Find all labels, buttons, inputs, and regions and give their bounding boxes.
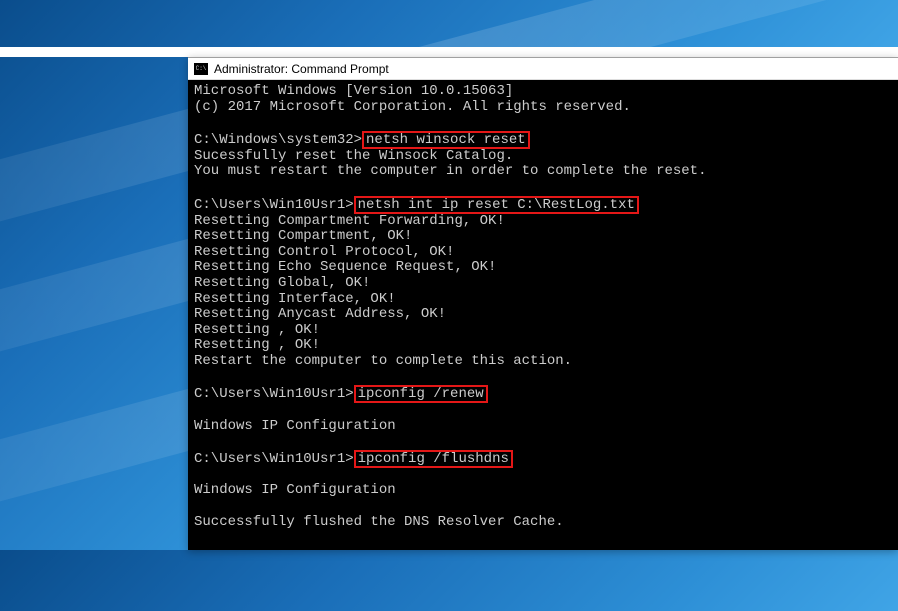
- terminal-line: [194, 370, 892, 386]
- terminal-line: Resetting , OK!: [194, 323, 892, 339]
- terminal-line: Restart the computer to complete this ac…: [194, 354, 892, 370]
- terminal-line: [194, 468, 892, 484]
- command-prompt-window: Administrator: Command Prompt Microsoft …: [188, 57, 898, 550]
- command-text: netsh winsock reset: [362, 131, 530, 149]
- terminal-line: Resetting Global, OK!: [194, 276, 892, 292]
- command-text: netsh int ip reset C:\RestLog.txt: [354, 196, 639, 214]
- terminal-line: Resetting Compartment Forwarding, OK!: [194, 214, 892, 230]
- terminal-line: C:\Users\Win10Usr1>ipconfig /renew: [194, 385, 892, 403]
- prompt-text: C:\Users\Win10Usr1>: [194, 451, 354, 467]
- terminal-line: [194, 115, 892, 131]
- terminal-line: [194, 434, 892, 450]
- terminal-line: Resetting , OK!: [194, 338, 892, 354]
- terminal-line: C:\Users\Win10Usr1>ipconfig /flushdns: [194, 450, 892, 468]
- command-text: ipconfig /renew: [354, 385, 488, 403]
- terminal-line: (c) 2017 Microsoft Corporation. All righ…: [194, 100, 892, 116]
- prompt-text: C:\Windows\system32>: [194, 132, 362, 148]
- command-text: ipconfig /flushdns: [354, 450, 513, 468]
- window-title: Administrator: Command Prompt: [214, 62, 389, 76]
- terminal-line: C:\Users\Win10Usr1>netsh int ip reset C:…: [194, 196, 892, 214]
- browser-chrome-strip: [0, 47, 898, 57]
- terminal-line: C:\Windows\system32>netsh winsock reset: [194, 131, 892, 149]
- terminal-line: Successfully flushed the DNS Resolver Ca…: [194, 515, 892, 531]
- terminal-line: Windows IP Configuration: [194, 419, 892, 435]
- terminal-line: Windows IP Configuration: [194, 483, 892, 499]
- terminal-line: Resetting Anycast Address, OK!: [194, 307, 892, 323]
- command-prompt-icon: [194, 63, 208, 75]
- terminal-line: Sucessfully reset the Winsock Catalog.: [194, 149, 892, 165]
- terminal-line: [194, 499, 892, 515]
- terminal-line: Resetting Echo Sequence Request, OK!: [194, 260, 892, 276]
- terminal-line: You must restart the computer in order t…: [194, 164, 892, 180]
- terminal-output[interactable]: Microsoft Windows [Version 10.0.15063](c…: [188, 80, 898, 550]
- terminal-line: Resetting Interface, OK!: [194, 292, 892, 308]
- prompt-text: C:\Users\Win10Usr1>: [194, 197, 354, 213]
- terminal-line: Resetting Compartment, OK!: [194, 229, 892, 245]
- prompt-text: C:\Users\Win10Usr1>: [194, 386, 354, 402]
- terminal-line: Microsoft Windows [Version 10.0.15063]: [194, 84, 892, 100]
- window-title-bar[interactable]: Administrator: Command Prompt: [188, 58, 898, 80]
- terminal-line: [194, 403, 892, 419]
- terminal-line: [194, 180, 892, 196]
- terminal-line: Resetting Control Protocol, OK!: [194, 245, 892, 261]
